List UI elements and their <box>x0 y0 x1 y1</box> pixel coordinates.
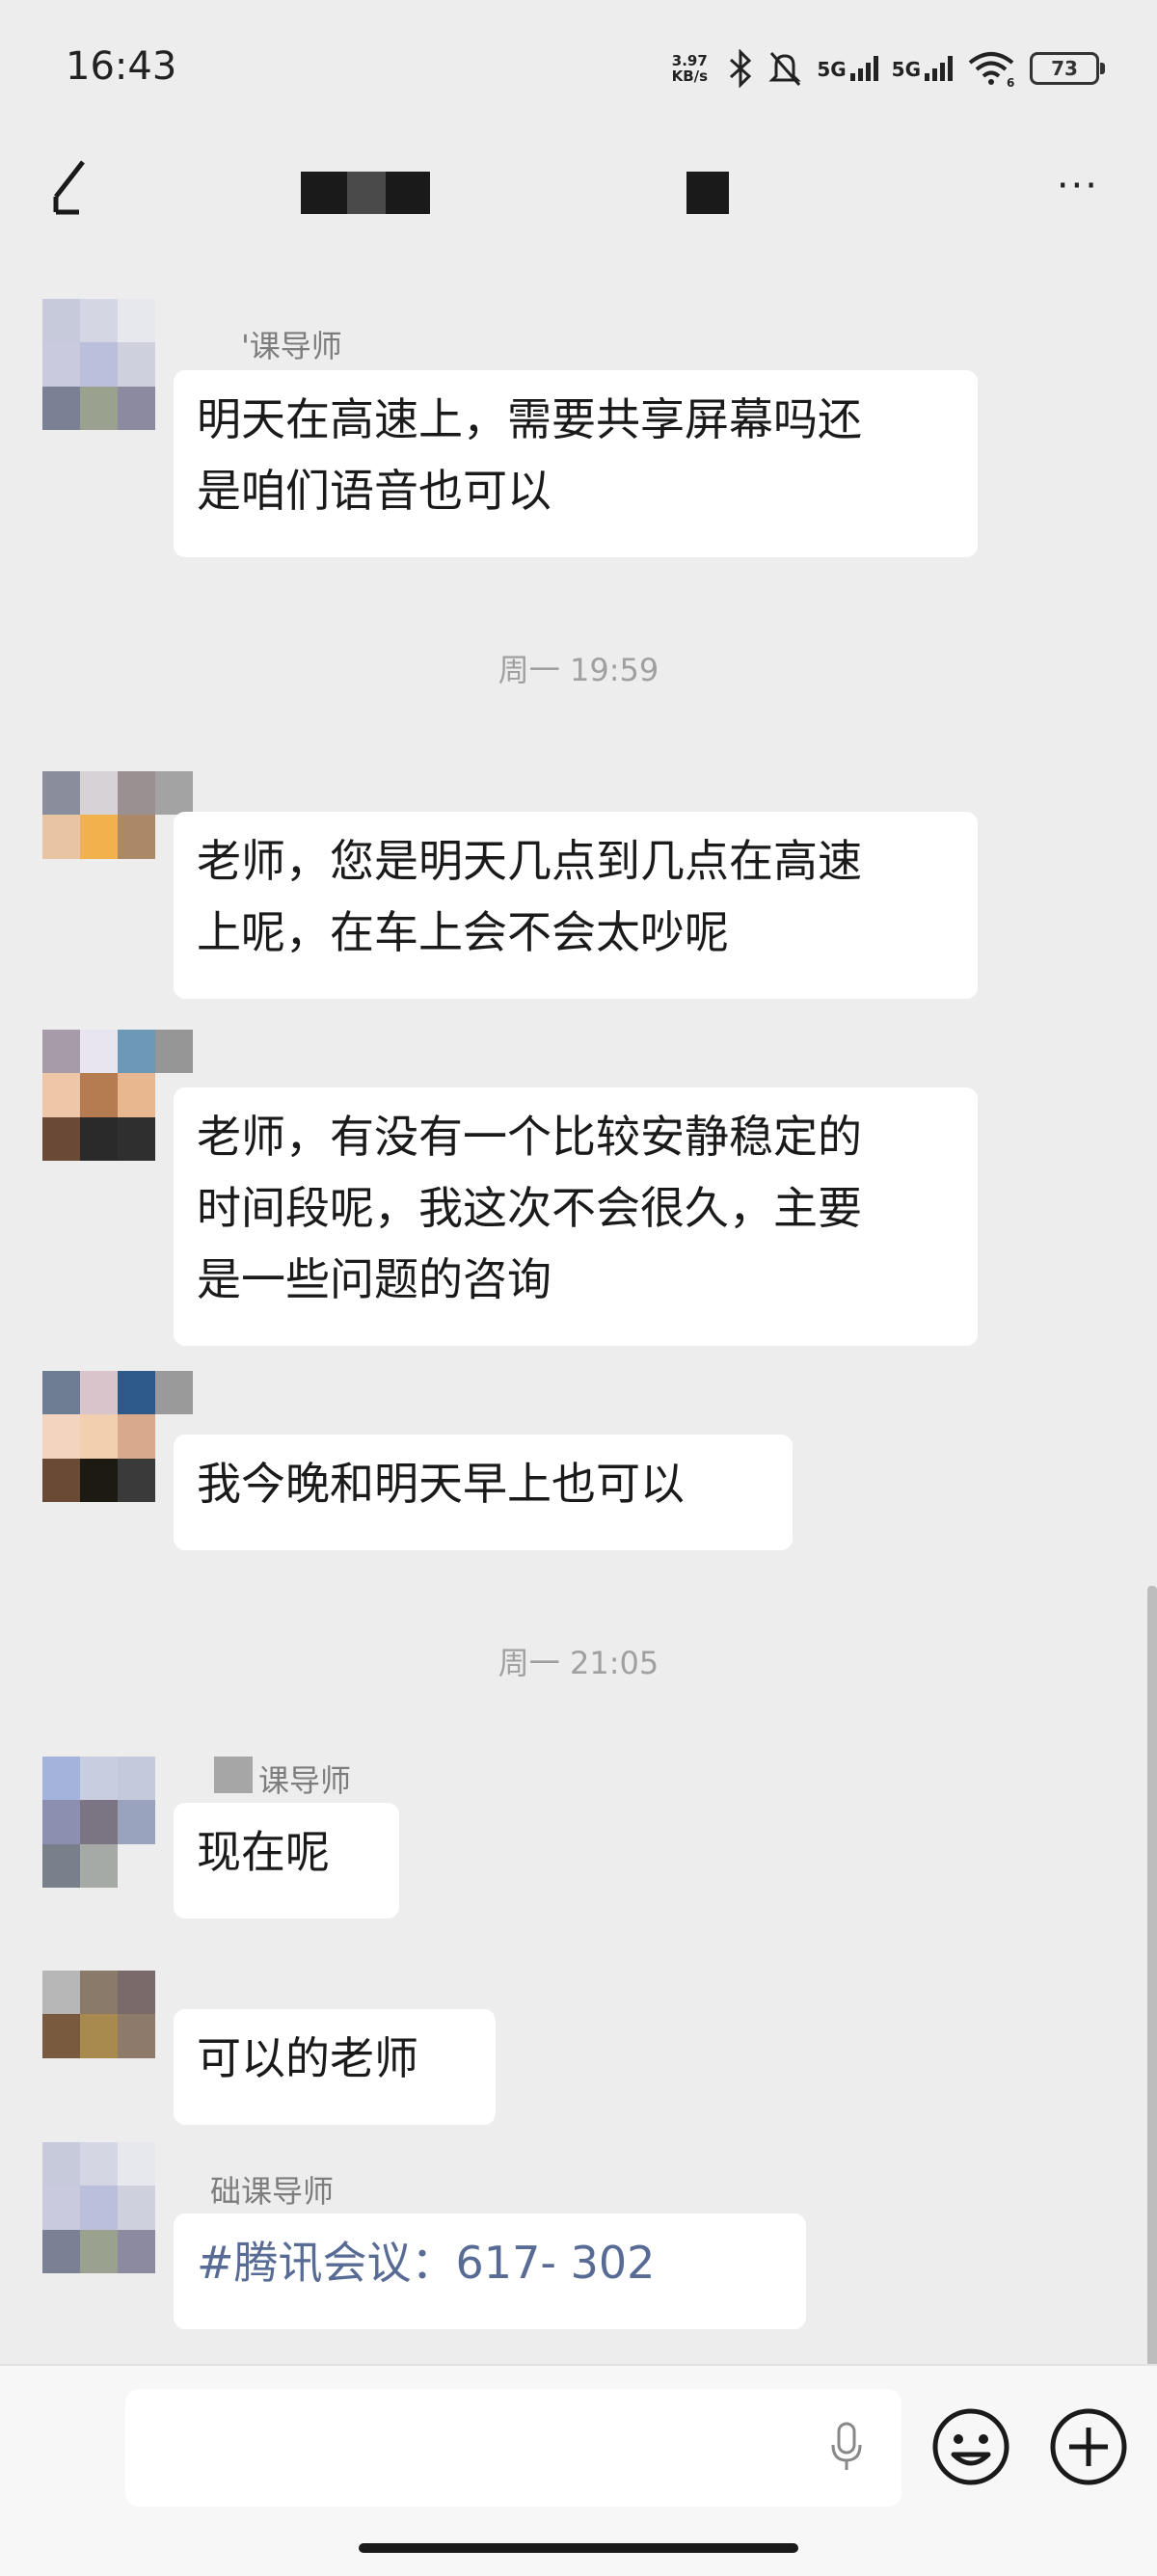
message-bubble[interactable]: 现在呢 <box>174 1803 399 1919</box>
sender-name: 础课导师 <box>210 2173 335 2210</box>
bluetooth-icon <box>730 49 752 88</box>
avatar[interactable] <box>42 2142 193 2273</box>
wifi-icon: 6 <box>968 52 1014 88</box>
back-arrow-icon[interactable] <box>50 158 89 218</box>
timestamp: 周一 21:05 <box>498 1645 659 1681</box>
avatar[interactable] <box>42 1371 193 1502</box>
message-bubble[interactable]: 我今晚和明天早上也可以 <box>174 1435 793 1550</box>
status-icons: 3.97 KB/s 5G 5G 6 73 <box>664 44 1105 93</box>
mute-bell-icon <box>768 52 801 86</box>
message-bubble[interactable]: 老师，有没有一个比较安静稳定的 时间段呢，我这次不会很久，主要 是一些问题的咨询 <box>174 1087 978 1346</box>
timestamp: 周一 19:59 <box>498 652 659 688</box>
message-bubble[interactable]: 可以的老师 <box>174 2009 496 2125</box>
avatar[interactable] <box>42 771 193 902</box>
sender-avatar-redacted <box>214 1757 253 1793</box>
microphone-icon[interactable] <box>827 2418 866 2476</box>
svg-text:6: 6 <box>1007 76 1014 88</box>
chat-title-redacted <box>386 172 430 214</box>
avatar[interactable] <box>42 1030 193 1161</box>
meeting-link-bubble[interactable]: #腾讯会议：617- 302 <box>174 2214 806 2329</box>
message-input[interactable] <box>125 2389 901 2507</box>
battery-icon: 73 <box>1030 52 1105 85</box>
chat-header <box>0 135 1157 251</box>
signal-icon-2: 5G <box>892 56 953 81</box>
signal-icon: 5G <box>817 56 878 81</box>
plus-circle-icon[interactable] <box>1048 2406 1129 2487</box>
smiley-icon[interactable] <box>930 2406 1011 2487</box>
chat-title-redacted <box>347 172 386 214</box>
network-speed: 3.97 KB/s <box>671 52 709 85</box>
sender-name: 课导师 <box>258 1762 352 1799</box>
avatar[interactable] <box>42 1757 193 1888</box>
scrollbar[interactable] <box>1147 1586 1157 2367</box>
status-time: 16:43 <box>66 44 177 89</box>
sender-name: '课导师 <box>241 328 342 364</box>
more-options-button[interactable]: ··· <box>1057 164 1099 208</box>
avatar[interactable] <box>42 1971 193 2102</box>
home-indicator[interactable] <box>359 2543 798 2553</box>
message-bubble[interactable]: 明天在高速上，需要共享屏幕吗还 是咱们语音也可以 <box>174 370 978 557</box>
chat-title-redacted <box>686 172 729 214</box>
status-bar: 16:43 3.97 KB/s 5G 5G 6 73 <box>0 0 1157 135</box>
message-bubble[interactable]: 老师，您是明天几点到几点在高速 上呢，在车上会不会太吵呢 <box>174 812 978 999</box>
avatar[interactable] <box>42 299 193 430</box>
chat-title-redacted <box>301 172 347 214</box>
